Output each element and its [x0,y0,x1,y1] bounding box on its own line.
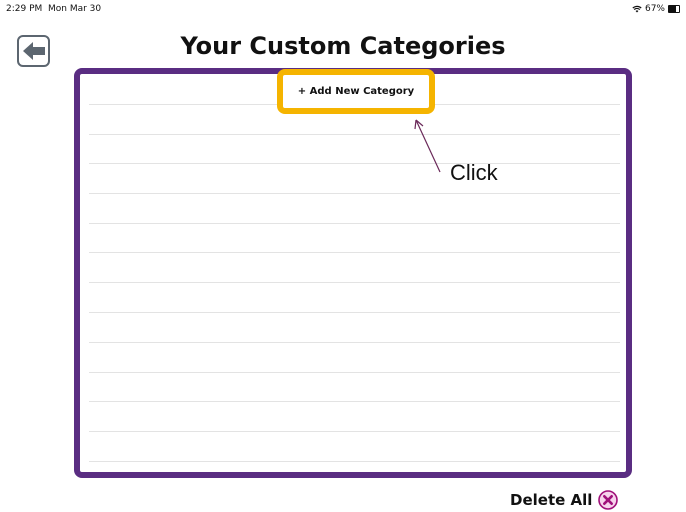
wifi-icon [632,5,642,13]
list-row-divider [89,282,620,283]
list-row-divider [89,193,620,194]
battery-percent: 67% [644,4,665,14]
list-row-divider [89,163,620,164]
close-circle-icon [598,490,619,510]
add-new-category-label: + Add New Category [297,86,415,97]
status-time: 2:29 PM Mon Mar 30 [6,4,102,14]
list-row-divider [89,312,620,313]
delete-all-label: Delete All [510,491,593,509]
add-new-category-button[interactable]: + Add New Category [277,69,435,114]
status-bar: 2:29 PM Mon Mar 30 67% [0,0,686,18]
page-title: Your Custom Categories [180,32,506,60]
list-row-divider [89,252,620,253]
list-row-divider [89,342,620,343]
categories-panel [74,68,632,478]
battery-fill [669,6,676,12]
list-row-divider [89,461,620,462]
battery-icon [668,5,680,13]
status-date: Mon Mar 30 [48,4,102,14]
status-indicators: 67% [632,4,680,14]
list-row-divider [89,134,620,135]
delete-all-button[interactable]: Delete All [510,490,619,510]
list-row-divider [89,223,620,224]
list-row-divider [89,372,620,373]
list-row-divider [89,431,620,432]
click-annotation-label: Click [450,160,498,185]
list-row-divider [89,401,620,402]
